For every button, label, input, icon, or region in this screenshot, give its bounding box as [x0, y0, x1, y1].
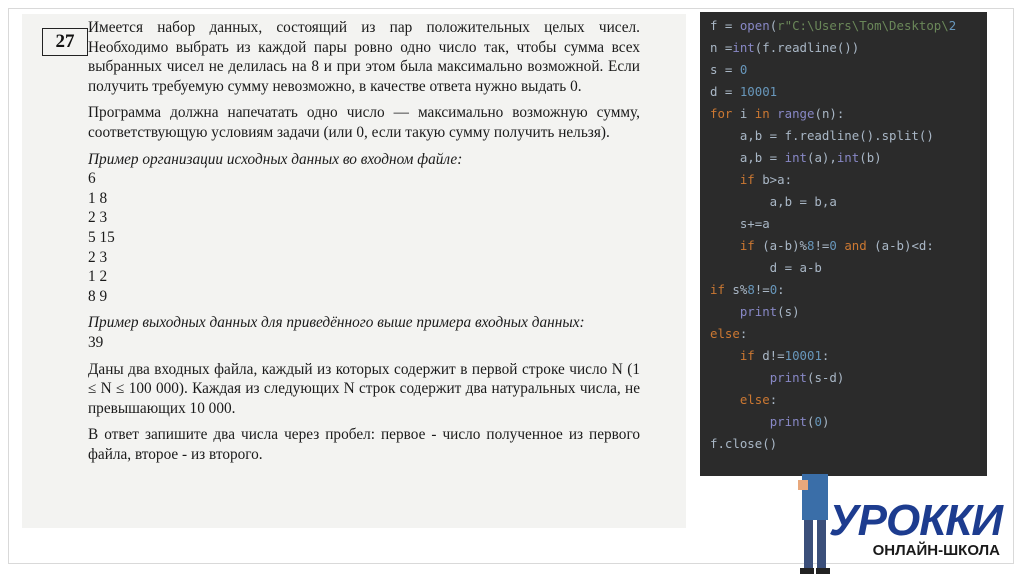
- task-paragraph-1: Имеется набор данных, состоящий из пар п…: [88, 19, 640, 95]
- input-example-line: 2 3: [88, 209, 108, 227]
- code-line[interactable]: a,b = int(a),int(b): [710, 148, 882, 168]
- code-line[interactable]: n =int(f.readline()): [710, 38, 859, 58]
- code-line[interactable]: for i in range(n):: [710, 104, 844, 124]
- code-line[interactable]: print(s-d): [710, 368, 845, 388]
- files-paragraph: Даны два входных файла, каждый из которы…: [88, 360, 640, 417]
- answer-paragraph: В ответ запишите два числа через пробел:…: [88, 426, 640, 463]
- input-example-line: 2 3: [88, 248, 108, 266]
- code-line[interactable]: f.close(): [710, 434, 777, 454]
- output-example-heading: Пример выходных данных для приведённого …: [88, 314, 585, 332]
- code-line[interactable]: else:: [710, 324, 747, 344]
- input-example-line: 1 2: [88, 268, 108, 286]
- input-example-line: 1 8: [88, 189, 108, 207]
- code-line[interactable]: if s%8!=0:: [710, 280, 785, 300]
- output-example-value: 39: [88, 333, 104, 351]
- code-line[interactable]: a,b = f.readline().split(): [710, 126, 934, 146]
- task-paragraph-2: Программа должна напечатать одно число —…: [88, 104, 640, 141]
- code-line[interactable]: d = a-b: [710, 258, 822, 278]
- code-line[interactable]: if b>a:: [710, 170, 792, 190]
- brand-logo: УРОККИ ОНЛАЙН-ШКОЛА: [829, 492, 1016, 568]
- brand-subtitle: ОНЛАЙН-ШКОЛА: [872, 542, 1000, 559]
- code-line[interactable]: s+=a: [710, 214, 770, 234]
- code-line[interactable]: else:: [710, 390, 777, 410]
- code-line[interactable]: if d!=10001:: [710, 346, 830, 366]
- code-line[interactable]: s = 0: [710, 60, 747, 80]
- input-example-heading: Пример организации исходных данных во вх…: [88, 150, 463, 168]
- code-line[interactable]: d = 10001: [710, 82, 777, 102]
- input-example-list: 6 1 8 2 3 5 15 2 3 1 2 8 9: [88, 169, 640, 306]
- code-line[interactable]: print(0): [710, 412, 830, 432]
- code-line[interactable]: if (a-b)%8!=0 and (a-b)<d:: [710, 236, 934, 256]
- input-example-line: 8 9: [88, 287, 108, 305]
- task-text: Имеется набор данных, состоящий из пар п…: [88, 18, 640, 464]
- code-editor[interactable]: f = open(r"C:\Users\Tom\Desktop\2 n =int…: [700, 12, 987, 476]
- code-line[interactable]: print(s): [710, 302, 800, 322]
- task-number-box: 27: [42, 28, 88, 56]
- code-line[interactable]: f = open(r"C:\Users\Tom\Desktop\2: [710, 16, 956, 36]
- brand-name: УРОККИ: [828, 496, 1003, 545]
- input-example-line: 5 15: [88, 228, 115, 246]
- task-scan: 27 Имеется набор данных, состоящий из па…: [22, 14, 686, 528]
- code-line[interactable]: a,b = b,a: [710, 192, 837, 212]
- input-example-line: 6: [88, 170, 96, 188]
